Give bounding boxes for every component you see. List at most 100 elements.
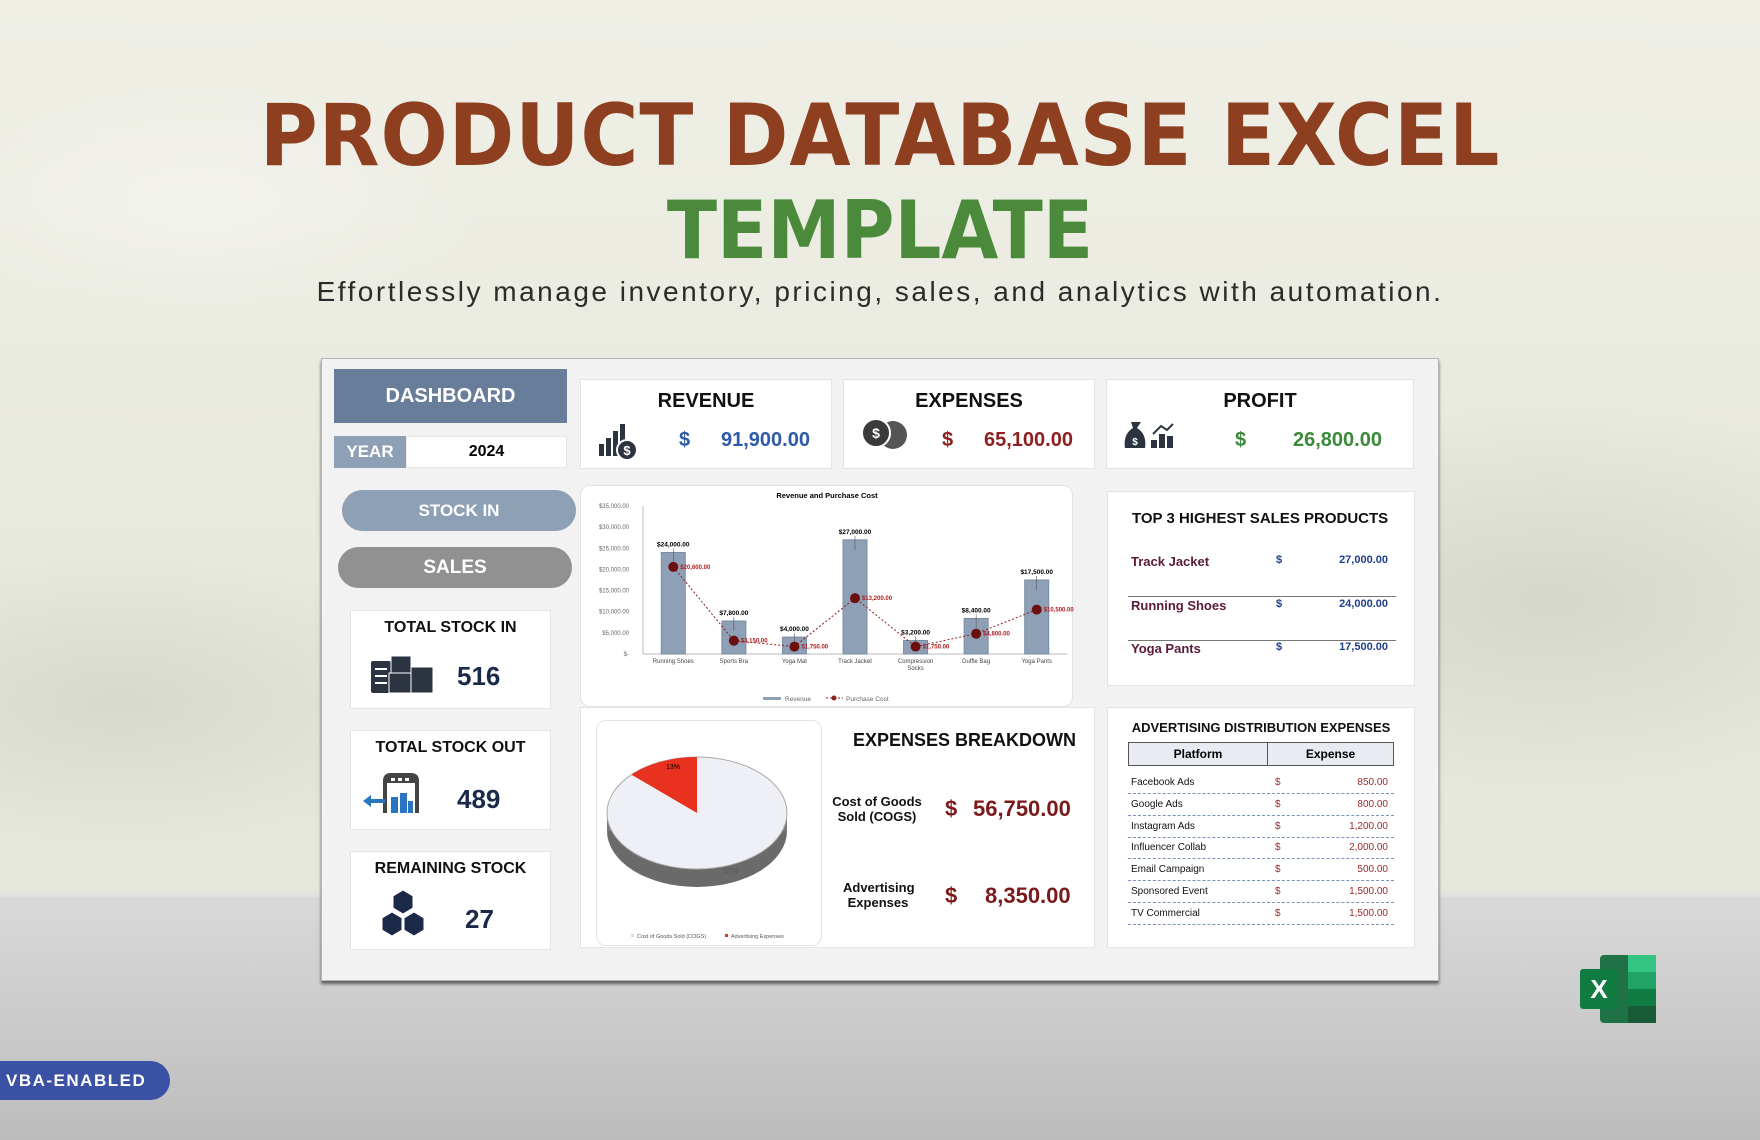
purchase-cost-point (728, 635, 739, 646)
x-tick-label: Sports Bra (720, 659, 749, 665)
y-tick-label: $25,000.00 (599, 546, 630, 552)
revenue-data-label: $17,500.00 (1020, 569, 1053, 576)
svg-text:$: $ (623, 443, 631, 458)
advertising-amount: 800.00 (1357, 798, 1388, 810)
sales-button[interactable]: SALES (338, 547, 572, 588)
x-tick-label: Socks (907, 666, 923, 672)
advertising-amount: 1,500.00 (1349, 907, 1388, 919)
pie-label-advertising: 13% (666, 764, 680, 771)
remaining-stock-label: REMAINING STOCK (374, 860, 527, 877)
advertising-title: ADVERTISING DISTRIBUTION EXPENSES (1131, 720, 1391, 735)
advertising-currency: $ (1275, 820, 1281, 832)
product-name: Running Shoes (1131, 598, 1227, 613)
cogs-currency: $ (945, 796, 958, 821)
product-amount: 27,000.00 (1339, 554, 1388, 566)
year-label: YEAR (334, 436, 406, 468)
legend-cogs-label: Cost of Goods Sold (COGS) (637, 934, 706, 940)
profit-value: 26,800.00 (1293, 429, 1382, 451)
page-title: PRODUCT DATABASE EXCEL (259, 86, 1501, 186)
advertising-amount: 500.00 (1357, 864, 1388, 876)
page-subtitle: Effortlessly manage inventory, pricing, … (316, 276, 1444, 307)
purchase-cost-point (910, 641, 921, 652)
profit-label: PROFIT (1223, 390, 1297, 412)
svg-text:X: X (1590, 974, 1608, 1004)
revenue-card: REVENUE $ $ 91,900.00 (580, 379, 832, 469)
advertising-platform: Google Ads (1131, 798, 1183, 810)
advertising-row: Google Ads $800.00 (1128, 794, 1394, 816)
legend-cost-marker (831, 695, 837, 701)
revenue-data-label: $8,400.00 (962, 607, 991, 614)
advertising-value: 8,350.00 (985, 883, 1071, 908)
y-tick-label: $5,000.00 (602, 631, 629, 637)
cogs-value: 56,750.00 (973, 796, 1071, 821)
advertising-platform: Email Campaign (1131, 864, 1205, 876)
top3-products-card: TOP 3 HIGHEST SALES PRODUCTS Track Jacke… (1107, 491, 1415, 686)
product-amount: 17,500.00 (1339, 641, 1388, 653)
expenses-value: 65,100.00 (984, 429, 1073, 451)
advertising-currency: $ (945, 883, 958, 908)
y-tick-label: $30,000.00 (599, 525, 630, 531)
advertising-distribution-card: ADVERTISING DISTRIBUTION EXPENSES Platfo… (1107, 707, 1415, 948)
revenue-label: REVENUE (657, 390, 755, 412)
cost-data-label: $1,750.00 (801, 645, 828, 651)
product-name: Track Jacket (1131, 554, 1210, 569)
advertising-label: Advertising Expenses (843, 880, 915, 910)
advertising-currency: $ (1275, 798, 1281, 810)
inventory-boxes-icon (371, 655, 434, 694)
y-tick-label: $35,000.00 (599, 504, 630, 510)
total-stock-in-value: 516 (457, 661, 501, 691)
revenue-data-label: $24,000.00 (657, 542, 690, 549)
purchase-cost-point (850, 593, 860, 604)
advertising-currency: $ (1275, 907, 1281, 919)
advertising-row: Facebook Ads $850.00 (1128, 772, 1394, 794)
page-title-line2: TEMPLATE (666, 184, 1094, 277)
advertising-row: Email Campaign $500.00 (1128, 859, 1394, 882)
year-input[interactable]: 2024 (406, 436, 567, 468)
y-tick-label: $10,000.00 (599, 610, 630, 616)
purchase-cost-point (789, 641, 800, 652)
cogs-label: Cost of Goods Sold (COGS) (832, 794, 922, 824)
x-tick-label: Track Jacket (838, 659, 872, 665)
legend-revenue-label: Revenue (785, 696, 811, 703)
x-tick-label: Compression (898, 659, 933, 665)
purchase-cost-point (668, 561, 679, 572)
revenue-data-label: $4,000.00 (780, 626, 809, 633)
revenue-chart-icon: $ (599, 424, 638, 461)
cost-data-label: $1,750.00 (923, 645, 950, 651)
revenue-value: 91,900.00 (721, 429, 810, 451)
expenses-label: EXPENSES (915, 390, 1023, 412)
purchase-cost-point (1031, 604, 1042, 615)
legend-cogs-swatch (631, 934, 634, 937)
legend-advertising-label: Advertising Expenses (731, 934, 784, 940)
warehouse-out-icon (363, 773, 419, 813)
total-stock-out-value: 489 (457, 784, 501, 814)
revenue-currency: $ (679, 429, 691, 451)
advertising-currency: $ (1275, 864, 1281, 876)
profit-currency: $ (1235, 429, 1247, 451)
advertising-row: Influencer Collab $2,000.00 (1128, 837, 1394, 860)
cubes-icon (381, 889, 425, 937)
x-tick-label: Yoga Mat (782, 659, 807, 665)
currency: $ (1276, 598, 1283, 610)
advertising-platform: Facebook Ads (1131, 777, 1195, 788)
x-tick-label: Running Shoes (653, 659, 694, 665)
currency: $ (1276, 554, 1283, 566)
y-tick-label: $15,000.00 (599, 589, 630, 595)
advertising-platform: Influencer Collab (1131, 842, 1207, 854)
expenses-breakdown-title: EXPENSES BREAKDOWN (853, 730, 1077, 750)
coins-icon: $ (861, 418, 907, 449)
expenses-currency: $ (942, 429, 954, 451)
advertising-platform: Sponsored Event (1131, 886, 1208, 897)
advertising-platform: Instagram Ads (1131, 820, 1195, 832)
top3-row: Track Jacket $27,000.00 (1128, 554, 1396, 597)
money-bag-growth-icon: $ (1124, 422, 1174, 448)
dashboard-sheet: DASHBOARD YEAR 2024 STOCK IN SALES TOTAL… (321, 358, 1439, 981)
stock-in-button[interactable]: STOCK IN (342, 490, 576, 531)
revenue-data-label: $27,000.00 (839, 529, 872, 536)
expense-header: Expense (1267, 742, 1394, 766)
advertising-row: Sponsored Event $1,500.00 (1128, 881, 1394, 903)
revenue-purchase-chart: Revenue and Purchase Cost $- $5,000.00 $10… (599, 491, 1074, 703)
product-amount: 24,000.00 (1339, 598, 1388, 610)
chart-title: Revenue and Purchase Cost (776, 491, 878, 500)
total-stock-out-label: TOTAL STOCK OUT (375, 739, 526, 756)
